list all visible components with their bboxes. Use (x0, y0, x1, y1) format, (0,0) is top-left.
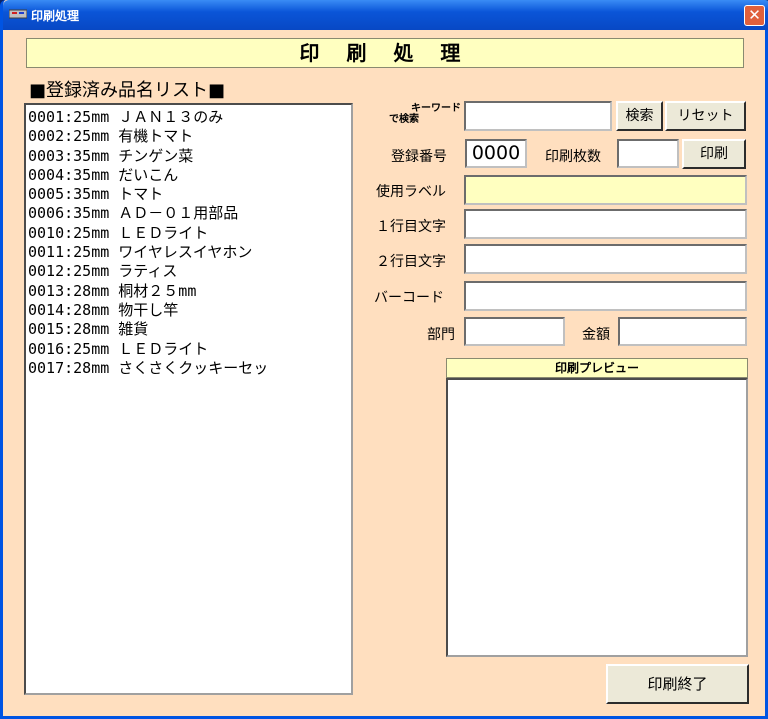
reset-button[interactable]: リセット (665, 101, 746, 131)
line2-label: ２行目文字 (376, 254, 446, 270)
copies-label: 印刷枚数 (545, 149, 601, 165)
label-used-field (464, 175, 747, 205)
line1-input[interactable] (464, 209, 747, 239)
list-item[interactable]: 0003:35mm チンゲン菜 (28, 147, 349, 166)
list-item[interactable]: 0006:35mm ＡＤ－０１用部品 (28, 204, 349, 223)
line1-label: １行目文字 (376, 219, 446, 235)
list-item[interactable]: 0010:25mm ＬＥＤライト (28, 224, 349, 243)
registered-items-list[interactable]: 0001:25mm ＪＡＮ１３のみ 0002:25mm 有機トマト 0003:3… (24, 103, 353, 695)
close-icon[interactable]: ✕ (744, 5, 765, 26)
search-button[interactable]: 検索 (616, 101, 663, 131)
print-button[interactable]: 印刷 (682, 139, 746, 169)
regnum-label: 登録番号 (391, 149, 447, 165)
label-used-label: 使用ラベル (376, 184, 446, 200)
amount-input[interactable] (618, 317, 747, 346)
list-item[interactable]: 0016:25mm ＬＥＤライト (28, 340, 349, 359)
title-bar[interactable]: 印刷処理 ✕ (3, 0, 768, 30)
list-item[interactable]: 0001:25mm ＪＡＮ１３のみ (28, 108, 349, 127)
list-item[interactable]: 0017:28mm さくさくクッキーセッ (28, 359, 349, 378)
list-item[interactable]: 0014:28mm 物干し竿 (28, 301, 349, 320)
copies-input[interactable] (617, 139, 679, 168)
list-title: ■登録済み品名リスト■ (29, 80, 226, 101)
page-title: 印 刷 処 理 (26, 38, 744, 68)
keyword-label: キーワード で検索 (389, 103, 461, 125)
list-item[interactable]: 0011:25mm ワイヤレスイヤホン (28, 243, 349, 262)
barcode-label: バーコード (374, 290, 444, 306)
exit-print-button[interactable]: 印刷終了 (606, 664, 749, 704)
list-item[interactable]: 0013:28mm 桐材２５mm (28, 282, 349, 301)
list-item[interactable]: 0015:28mm 雑貨 (28, 320, 349, 339)
barcode-input[interactable] (464, 281, 747, 311)
regnum-value: 0000 (465, 139, 527, 168)
list-item[interactable]: 0005:35mm トマト (28, 185, 349, 204)
preview-title: 印刷プレビュー (446, 358, 748, 378)
app-icon (9, 9, 27, 19)
dept-input[interactable] (464, 317, 565, 346)
amount-label: 金額 (582, 327, 610, 343)
print-window: 印刷処理 ✕ 印 刷 処 理 ■登録済み品名リスト■ 0001:25mm ＪＡＮ… (0, 0, 768, 719)
keyword-input[interactable] (464, 101, 612, 131)
list-item[interactable]: 0004:35mm だいこん (28, 166, 349, 185)
dept-label: 部門 (427, 327, 455, 343)
list-item[interactable]: 0002:25mm 有機トマト (28, 127, 349, 146)
line2-input[interactable] (464, 244, 747, 274)
window-title: 印刷処理 (31, 9, 80, 23)
print-preview-area (446, 378, 748, 657)
list-item[interactable]: 0012:25mm ラティス (28, 262, 349, 281)
